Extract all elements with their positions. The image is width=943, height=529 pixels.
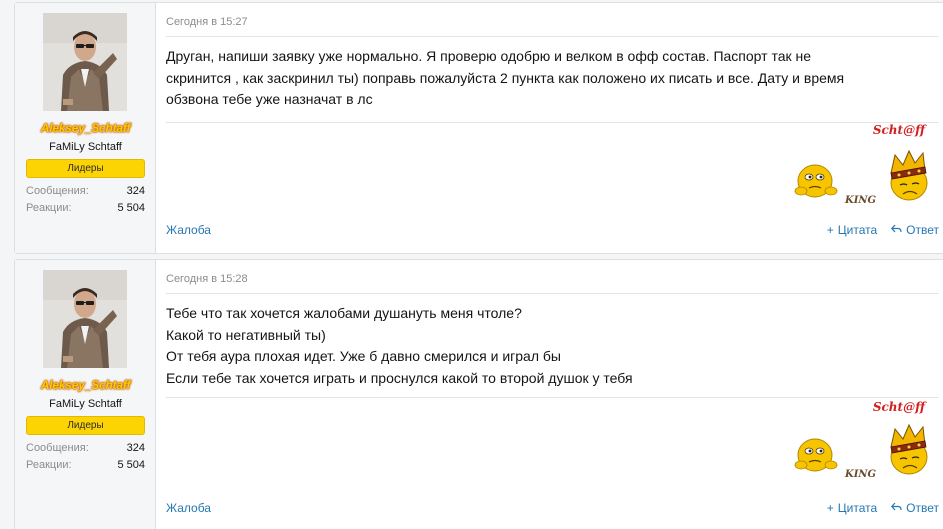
divider [166,293,939,294]
king-smileys-image: KING [794,423,928,480]
post-date-link[interactable]: Сегодня в 15:27 [166,16,248,28]
signature-smileys: KING [779,417,939,481]
message-main-cell: Сегодня в 15:27 Друган, напиши заявку уж… [156,3,943,253]
post-body: Друган, напиши заявку уже нормально. Я п… [166,46,926,111]
user-stat-messages: Сообщения: 324 [26,442,145,454]
stat-label: Сообщения: [26,185,89,197]
avatar[interactable] [43,13,127,111]
user-stat-reactions: Реакции: 5 504 [26,459,145,471]
stat-value[interactable]: 324 [127,442,145,454]
post-text-line: Если тебе так хочется играть и проснулся… [166,369,633,386]
plus-icon: + [826,223,834,237]
smiley-caption: KING [844,469,877,480]
signature-divider [166,397,939,398]
avatar-image [43,13,127,111]
avatar[interactable] [43,270,127,368]
quote-button[interactable]: + Цитата [827,223,877,237]
avatar-image [43,270,127,368]
quote-label: Цитата [837,223,878,237]
reply-label: Ответ [906,501,939,515]
post-actions: + Цитата Ответ [827,223,939,237]
user-banner: Лидеры [26,416,145,435]
stat-label: Реакции: [26,459,72,471]
post-text-line: Тебе что так хочется жалобами душануть м… [166,305,522,321]
post-text-line: Друган, напиши заявку уже нормально. Я п… [166,48,812,64]
divider [166,36,939,37]
post-text-line: обзвона тебе уже назначат в лс [166,91,373,107]
username-link[interactable]: Aleksey_Schtaff [15,378,156,392]
reply-button[interactable]: Ответ [891,501,939,515]
plus-icon: + [826,501,834,515]
stat-value: 5 504 [117,202,145,214]
post-body: Тебе что так хочется жалобами душануть м… [166,303,926,389]
message-post: Aleksey_Schtaff FaMiLy Schtaff Лидеры Со… [14,2,943,254]
user-banner: Лидеры [26,159,145,178]
post-actions: + Цитата Ответ [827,501,939,515]
signature-smileys: KING [779,143,939,207]
stat-label: Реакции: [26,202,72,214]
reply-button[interactable]: Ответ [891,223,939,237]
stat-value[interactable]: 324 [127,185,145,197]
quote-label: Цитата [837,501,878,515]
user-title: FaMiLy Schtaff [49,141,122,153]
reply-arrow-icon [891,223,902,237]
message-user-cell: Aleksey_Schtaff FaMiLy Schtaff Лидеры Со… [15,3,156,253]
post-text-line: От тебя аура плохая идет. Уже б давно см… [166,348,561,364]
signature-divider [166,122,939,123]
username-link[interactable]: Aleksey_Schtaff [15,121,156,135]
message-main-cell: Сегодня в 15:28 Тебе что так хочется жал… [156,260,943,529]
user-stat-messages: Сообщения: 324 [26,185,145,197]
post-date-link[interactable]: Сегодня в 15:28 [166,273,248,285]
report-link[interactable]: Жалоба [166,223,211,237]
stat-label: Сообщения: [26,442,89,454]
signature-text: Scht@ff [872,123,925,137]
post-text-line: Какой то негативный ты) [166,326,326,343]
stat-value: 5 504 [117,459,145,471]
signature-text: Scht@ff [872,400,925,414]
message-user-cell: Aleksey_Schtaff FaMiLy Schtaff Лидеры Со… [15,260,156,529]
king-smileys-image: KING [794,149,928,206]
post-text-line: скринится , как заскринил ты) поправь по… [166,69,845,86]
reply-arrow-icon [891,501,902,515]
user-title: FaMiLy Schtaff [49,398,122,410]
reply-label: Ответ [906,223,939,237]
report-link[interactable]: Жалоба [166,501,211,515]
quote-button[interactable]: + Цитата [827,501,877,515]
user-stat-reactions: Реакции: 5 504 [26,202,145,214]
smiley-caption: KING [844,195,877,206]
message-post: Aleksey_Schtaff FaMiLy Schtaff Лидеры Со… [14,259,943,529]
